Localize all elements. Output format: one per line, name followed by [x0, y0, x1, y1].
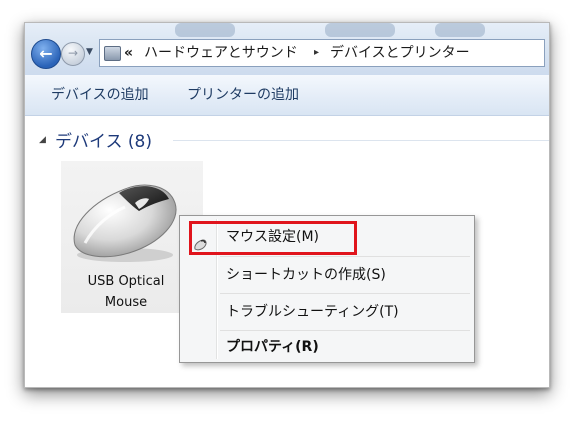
mouse-icon — [65, 165, 185, 265]
highlight-annotation-box — [189, 221, 357, 255]
forward-arrow-icon: → — [67, 46, 79, 60]
menu-item-create-shortcut[interactable]: ショートカットの作成(S) — [180, 257, 474, 293]
device-label[interactable]: USB Optical Mouse — [65, 271, 187, 313]
command-bar: デバイスの追加 プリンターの追加 — [25, 75, 549, 116]
device-label-line1: USB Optical — [87, 274, 165, 289]
address-bar-area: ← → ▼ « ハードウェアとサウンド ▸ デバイスとプリンター — [25, 23, 549, 75]
group-title-devices[interactable]: デバイス (8) — [55, 127, 152, 152]
blurred-title-fragment — [175, 23, 235, 37]
breadcrumb-devices-and-printers[interactable]: デバイスとプリンター — [330, 40, 470, 66]
menu-item-label: プロパティ(R) — [226, 339, 319, 355]
window-frame: ← → ▼ « ハードウェアとサウンド ▸ デバイスとプリンター デバイスの追加… — [24, 22, 550, 388]
breadcrumb-separator-icon[interactable]: ▸ — [314, 40, 319, 66]
history-dropdown-icon[interactable]: ▼ — [86, 47, 93, 57]
menu-item-properties[interactable]: プロパティ(R) — [180, 329, 474, 365]
control-panel-icon — [104, 46, 121, 61]
back-arrow-icon: ← — [39, 44, 53, 63]
blurred-title-fragment — [435, 23, 485, 37]
group-divider — [173, 140, 549, 141]
forward-button[interactable]: → — [61, 42, 85, 66]
menu-item-label: ショートカットの作成(S) — [226, 267, 386, 283]
menu-item-troubleshoot[interactable]: トラブルシューティング(T) — [180, 294, 474, 330]
breadcrumb-hardware-and-sound[interactable]: ハードウェアとサウンド — [144, 40, 298, 66]
breadcrumb-overflow-chevron[interactable]: « — [124, 40, 133, 66]
device-label-line2: Mouse — [104, 295, 148, 310]
add-printer-button[interactable]: プリンターの追加 — [187, 75, 299, 115]
add-device-button[interactable]: デバイスの追加 — [51, 75, 149, 115]
group-collapse-icon[interactable]: ◢ — [39, 135, 46, 145]
blurred-title-fragment — [325, 23, 395, 37]
address-input[interactable]: « ハードウェアとサウンド ▸ デバイスとプリンター — [99, 39, 545, 67]
menu-item-label: トラブルシューティング(T) — [226, 304, 399, 320]
back-button[interactable]: ← — [31, 39, 61, 69]
